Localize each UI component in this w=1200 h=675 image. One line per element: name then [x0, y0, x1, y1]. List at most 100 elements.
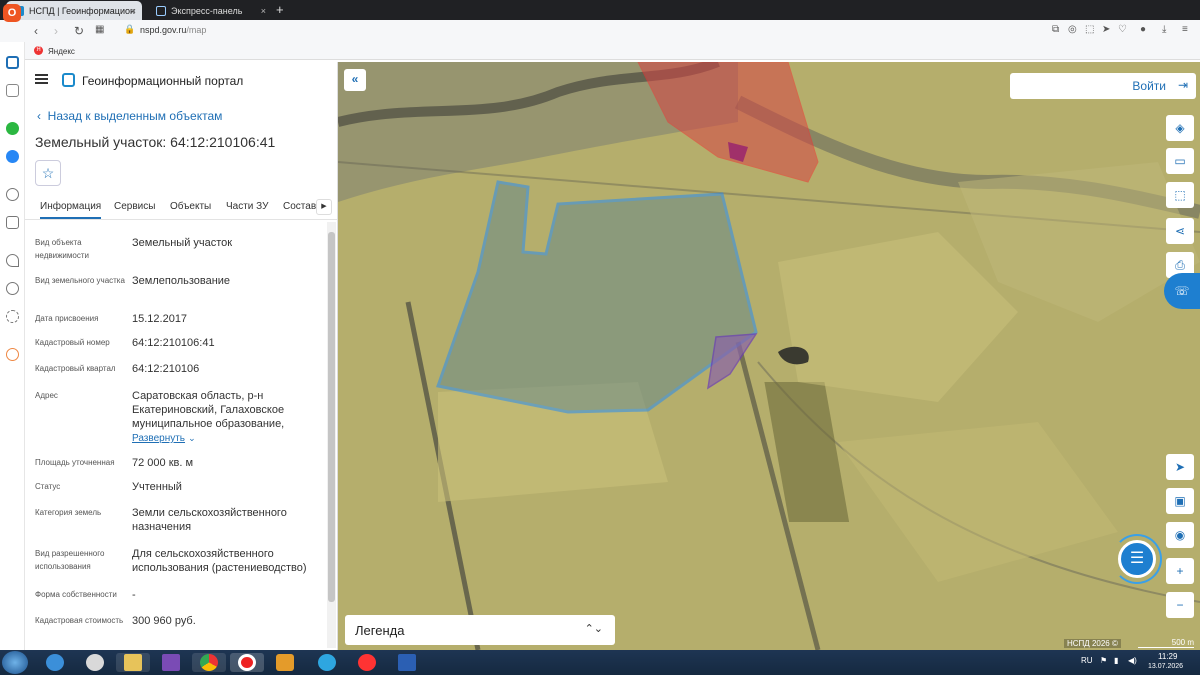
tab-objects[interactable]: Объекты: [170, 201, 211, 212]
field-value: -: [132, 589, 136, 601]
close-tab-icon[interactable]: ×: [131, 6, 136, 16]
bulb-icon[interactable]: [6, 348, 19, 361]
home-icon[interactable]: [6, 56, 19, 69]
hamburger-menu-icon[interactable]: [35, 74, 48, 84]
select-area-icon[interactable]: ⬚: [1166, 182, 1194, 208]
tab-label: Экспресс-панель: [171, 5, 243, 16]
minimap-icon[interactable]: ▣: [1166, 488, 1194, 514]
yandex-browser-icon[interactable]: [350, 653, 384, 672]
opera-logo-icon[interactable]: O: [3, 4, 21, 22]
field-value: Для сельскохозяйственного использования …: [132, 548, 307, 574]
geolocation-icon[interactable]: ➤: [1166, 454, 1194, 480]
chevron-down-icon[interactable]: ⌄: [188, 433, 196, 443]
profile-icon[interactable]: ●: [1140, 24, 1146, 35]
clock-time[interactable]: 11:29: [1158, 652, 1177, 661]
history-icon[interactable]: [6, 282, 19, 295]
heart-icon[interactable]: [6, 254, 19, 267]
back-to-selected-link[interactable]: ‹ Назад к выделенным объектам: [37, 109, 222, 123]
tab-express-panel[interactable]: Экспресс-панель ×: [148, 1, 272, 20]
tab-parts[interactable]: Части ЗУ: [226, 201, 268, 212]
media-player-icon[interactable]: [268, 653, 302, 672]
share-icon[interactable]: ⋖: [1166, 218, 1194, 244]
chrome-icon[interactable]: [192, 653, 226, 672]
browser-sidebar: O: [0, 4, 25, 650]
battery-icon[interactable]: ▮: [1114, 656, 1118, 665]
tab-services[interactable]: Сервисы: [114, 201, 155, 212]
panel-scrollbar[interactable]: [327, 222, 336, 648]
satellite-map: [338, 62, 1200, 650]
word-icon[interactable]: [390, 653, 424, 672]
field-label: Форма собственности: [35, 590, 117, 599]
language-indicator[interactable]: RU: [1081, 656, 1093, 665]
ie-icon[interactable]: [38, 653, 72, 672]
back-icon[interactable]: ‹: [34, 24, 38, 38]
tab-label: НСПД | Геоинформацион: [29, 5, 135, 16]
screenshot-icon[interactable]: ⧉: [1052, 24, 1059, 35]
portal-title: Геоинформационный портал: [82, 74, 244, 88]
info-tabs: Информация Сервисы Объекты Части ЗУ Сост…: [25, 194, 337, 220]
download-icon[interactable]: ⤓: [1162, 24, 1166, 35]
grid-icon[interactable]: ▦: [95, 24, 104, 35]
scrollbar-thumb[interactable]: [328, 232, 335, 602]
camera-icon[interactable]: ◎: [1068, 24, 1077, 35]
clock-date[interactable]: 13.07.2026: [1148, 663, 1183, 670]
explorer-icon[interactable]: [116, 653, 150, 672]
chat-button-icon[interactable]: ☰: [1118, 540, 1156, 578]
login-icon: ⇥: [1177, 78, 1188, 92]
whatsapp-icon[interactable]: [6, 122, 19, 135]
portal-logo-icon: [62, 73, 75, 87]
opera-icon[interactable]: [230, 653, 264, 672]
close-tab-icon[interactable]: ×: [261, 6, 266, 16]
flag-icon[interactable]: ⚑: [1100, 656, 1107, 665]
heart-icon[interactable]: ♡: [1118, 24, 1127, 35]
search-location-icon[interactable]: ◉: [1166, 522, 1194, 548]
expand-link[interactable]: Развернуть: [132, 433, 185, 444]
new-tab-button[interactable]: +: [276, 2, 284, 17]
map-view[interactable]: « Войти ⇥ ◈ ▭ ⬚ ⋖ ⎙ ☏ ➤ ▣ ◉ + − ☰ Легенда…: [338, 62, 1200, 650]
tab-information[interactable]: Информация: [40, 201, 102, 219]
support-chat-icon[interactable]: ☏: [1164, 273, 1200, 309]
layers-icon[interactable]: ◈: [1166, 115, 1194, 141]
lock-icon: 🔒: [124, 24, 136, 34]
field-label: Адрес: [35, 391, 58, 400]
legend-label: Легенда: [355, 623, 405, 638]
zoom-in-button[interactable]: +: [1166, 558, 1194, 584]
bookmark-yandex[interactable]: Яндекс: [48, 47, 75, 56]
legend-dropdown[interactable]: Легенда ⌃⌄: [345, 615, 615, 645]
menu-icon[interactable]: ≡: [1182, 24, 1188, 35]
ruler-icon[interactable]: ▭: [1166, 148, 1194, 174]
collapse-panel-button[interactable]: «: [344, 69, 366, 91]
send-icon[interactable]: ➤: [1102, 24, 1110, 35]
field-label: Вид разрешенного использования: [35, 549, 105, 571]
cube-icon[interactable]: ⬚: [1085, 24, 1094, 35]
tabs-scroll-right-icon[interactable]: ▶: [316, 199, 332, 215]
field-value: 15.12.2017: [132, 313, 188, 325]
field-label: Вид земельного участка: [35, 276, 125, 285]
address-text: Саратовская область, р-н Екатериновский,…: [132, 390, 285, 430]
field-label: Вид объекта недвижимости: [35, 238, 89, 260]
forward-icon[interactable]: ›: [54, 24, 58, 38]
settings-icon[interactable]: [6, 310, 19, 323]
vk-icon[interactable]: [6, 150, 19, 163]
url-field[interactable]: nspd.gov.ru/map: [140, 25, 206, 35]
winrar-icon[interactable]: [154, 653, 188, 672]
login-label: Войти: [1132, 79, 1166, 93]
login-button[interactable]: Войти ⇥: [1010, 73, 1196, 99]
windows-taskbar: RU ⚑ ▮ ◀) 11:29 13.07.2026: [0, 650, 1200, 675]
tab-nspd[interactable]: НСПД | Геоинформацион ×: [6, 1, 142, 20]
object-title: Земельный участок: 64:12:210106:41: [35, 134, 276, 150]
favorite-star-button[interactable]: ☆: [35, 160, 61, 186]
zoom-out-button[interactable]: −: [1166, 592, 1194, 618]
field-value: Земли сельскохозяйственного назначения: [132, 507, 287, 533]
tag-icon[interactable]: [6, 84, 19, 97]
telegram-icon[interactable]: [310, 653, 344, 672]
volume-icon[interactable]: ◀): [1128, 656, 1137, 665]
tab-composition[interactable]: Состав: [283, 201, 316, 212]
send-icon[interactable]: [6, 216, 19, 229]
reload-icon[interactable]: ↻: [74, 24, 84, 38]
browser-tab-bar: НСПД | Геоинформацион × Экспресс-панель …: [0, 0, 1200, 20]
player-icon[interactable]: [6, 188, 19, 201]
field-label: Площадь уточненная: [35, 458, 115, 467]
start-button-icon[interactable]: [2, 651, 28, 674]
app-icon[interactable]: [78, 653, 112, 672]
